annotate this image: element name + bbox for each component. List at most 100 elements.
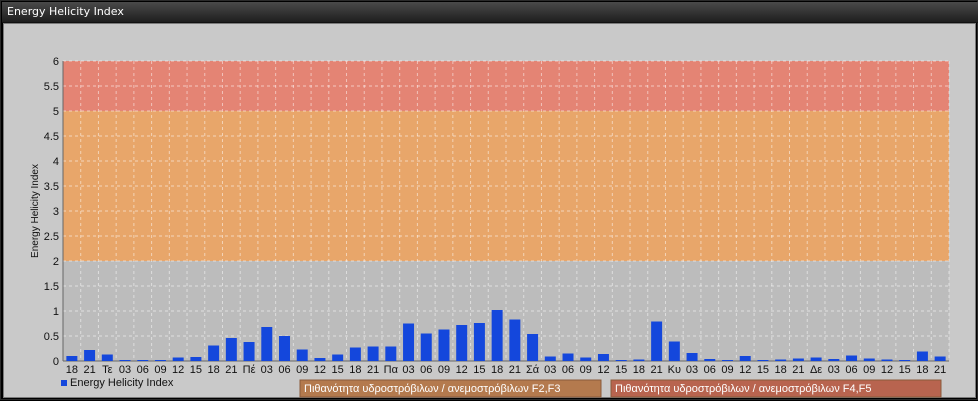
x-tick-label: Τε: [102, 364, 113, 376]
x-tick-label: 21: [792, 364, 804, 376]
x-tick-label: 03: [686, 364, 698, 376]
bar: [456, 325, 468, 361]
bar: [279, 336, 290, 361]
x-tick-label: 03: [828, 364, 840, 376]
y-tick-label: 0: [53, 356, 59, 368]
bar: [190, 357, 202, 361]
x-tick-label: 12: [881, 364, 893, 376]
bar: [385, 346, 397, 361]
bar: [792, 358, 804, 361]
bar: [261, 327, 273, 361]
y-tick-label: 4: [53, 156, 59, 168]
bar: [332, 354, 344, 361]
x-tick-label: 03: [402, 364, 414, 376]
x-tick-label: 03: [119, 364, 131, 376]
x-tick-label: Πα: [384, 364, 399, 376]
bar: [934, 356, 946, 361]
bar: [66, 356, 78, 361]
chart-svg: 0 0.5 1 1.5 2 2.5 3 3.5 4 4.5 5 5.5 6 Energy Helicity…: [30, 56, 950, 398]
x-tick-label: 18: [633, 364, 645, 376]
x-tick-label: 21: [934, 364, 946, 376]
bar: [473, 323, 485, 361]
bar: [101, 354, 113, 361]
x-tick-label: 12: [456, 364, 468, 376]
bar: [597, 354, 609, 361]
bar: [757, 360, 769, 361]
bar: [154, 360, 166, 361]
bar: [296, 349, 308, 361]
x-tick-label: 12: [739, 364, 751, 376]
x-tick-label: 03: [544, 364, 556, 376]
x-tick-label: 09: [580, 364, 592, 376]
bar: [863, 358, 875, 361]
bar: [527, 334, 539, 361]
bar: [668, 341, 680, 361]
x-tick-label: 21: [509, 364, 521, 376]
x-tick-label: 18: [207, 364, 219, 376]
bar: [137, 360, 149, 361]
x-tick-label: 15: [190, 364, 202, 376]
x-tick-label: 03: [261, 364, 273, 376]
bar: [367, 346, 379, 361]
y-tick-label: 5.5: [44, 81, 59, 93]
x-tick-label: Σά: [526, 364, 540, 376]
bar: [349, 347, 361, 361]
bar: [172, 357, 184, 361]
x-tick-label: 09: [438, 364, 450, 376]
x-tick-label: 18: [916, 364, 928, 376]
bar: [208, 345, 220, 361]
x-tick-label: 21: [367, 364, 379, 376]
y-tick-label: 4.5: [44, 131, 59, 143]
x-tick-label: 15: [899, 364, 911, 376]
x-tick-label: Δε: [810, 364, 822, 376]
bar: [491, 310, 503, 361]
x-tick-label: 15: [615, 364, 627, 376]
x-tick-label: 21: [83, 364, 95, 376]
y-tick-label: 6: [53, 56, 59, 68]
bar: [916, 351, 928, 361]
chart-window: Energy Helicity Index 0 0.5 1 1.5 2 2.5 3 3.5 4 4…: [0, 0, 978, 400]
x-tick-label: 21: [225, 364, 237, 376]
y-tick-label: 2: [53, 256, 59, 268]
x-tick-label: 12: [172, 364, 184, 376]
y-tick-label: 1: [53, 306, 59, 318]
bar: [651, 321, 663, 361]
bar: [846, 355, 858, 361]
legend-band-label-2: Πιθανότητα υδροστρόβιλων / ανεμοστρόβιλω…: [615, 383, 872, 395]
x-tick-label: Κυ: [668, 364, 681, 376]
x-tick-label: 06: [137, 364, 149, 376]
bar: [881, 359, 893, 361]
bar: [580, 357, 592, 361]
x-tick-label: 09: [154, 364, 166, 376]
legend-label: Energy Helicity Index: [70, 377, 174, 389]
y-axis-title: Energy Helicity Index: [30, 164, 41, 258]
y-tick-label: 3.5: [44, 181, 59, 193]
bar: [810, 357, 822, 361]
bar: [686, 353, 698, 361]
bar: [314, 358, 326, 361]
bar: [509, 319, 521, 361]
bar: [828, 359, 840, 361]
x-tick-label: 09: [863, 364, 875, 376]
bar: [84, 350, 96, 361]
bar: [722, 360, 733, 361]
bar: [225, 338, 237, 361]
x-tick-label: 06: [845, 364, 857, 376]
legend-band-label-1: Πιθανότητα υδροστρόβιλων / ανεμοστρόβιλω…: [304, 383, 561, 395]
x-tick-label: 06: [562, 364, 574, 376]
bar: [704, 359, 716, 361]
y-tick-label: 3: [53, 206, 59, 218]
legend-marker: [61, 380, 67, 386]
y-tick-label: 1.5: [44, 281, 59, 293]
x-tick-label: 18: [66, 364, 78, 376]
x-tick-label: 12: [597, 364, 609, 376]
y-tick-label: 0.5: [44, 331, 59, 343]
bar: [119, 360, 131, 361]
x-tick-label: 18: [349, 364, 361, 376]
x-tick-label: 15: [332, 364, 344, 376]
bar: [243, 342, 255, 361]
x-tick-label: 09: [721, 364, 733, 376]
y-tick-label: 2.5: [44, 231, 59, 243]
bar: [403, 323, 415, 361]
x-tick-label: 15: [473, 364, 485, 376]
